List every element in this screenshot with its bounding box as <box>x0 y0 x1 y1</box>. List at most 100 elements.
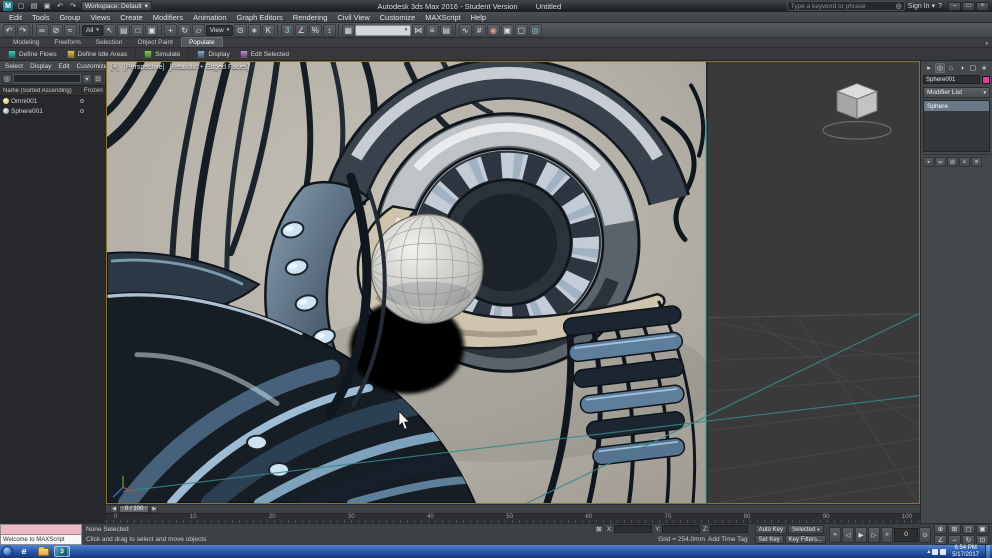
display-button[interactable]: Display <box>193 49 233 60</box>
select-and-link-icon[interactable]: ∞ <box>35 23 49 37</box>
explorer-menu-display[interactable]: Display <box>30 63 51 70</box>
selected-dropdown[interactable]: Selected ▾ <box>788 525 824 534</box>
keyboard-shortcut-override-icon[interactable]: K <box>261 23 275 37</box>
network-icon[interactable] <box>932 548 939 555</box>
tab-modeling[interactable]: Modeling <box>6 38 46 47</box>
menu-animation[interactable]: Animation <box>188 12 231 22</box>
key-filters-button[interactable]: Key Filters... <box>784 535 826 544</box>
selection-filter-dropdown[interactable]: All ▾ <box>82 24 103 36</box>
start-button[interactable] <box>2 546 13 557</box>
tab-selection[interactable]: Selection <box>89 38 130 47</box>
schematic-view-icon[interactable]: # <box>472 23 486 37</box>
simulate-button[interactable]: Simulate <box>140 49 184 60</box>
render-setup-icon[interactable]: ▣ <box>500 23 514 37</box>
explorer-lock-icon[interactable]: ⊡ <box>93 73 103 84</box>
next-frame-button[interactable]: ▷ <box>868 526 880 543</box>
maximize-button[interactable]: □ <box>962 1 975 11</box>
select-and-move-icon[interactable]: + <box>164 23 178 37</box>
search-icon[interactable]: ◎ <box>896 2 902 10</box>
tab-object-paint[interactable]: Object Paint <box>131 38 180 47</box>
time-slider-handle[interactable]: 0 / 100 <box>119 505 150 513</box>
menu-edit[interactable]: Edit <box>4 12 27 22</box>
material-editor-icon[interactable]: ◉ <box>486 23 500 37</box>
window-crossing-icon[interactable]: ▣ <box>145 23 159 37</box>
pin-stack-icon[interactable]: ▪ <box>923 157 934 167</box>
pan-view-icon[interactable]: ⇔ <box>948 535 961 545</box>
select-and-rotate-icon[interactable]: ↻ <box>178 23 192 37</box>
macro-recorder-line[interactable] <box>0 524 82 535</box>
show-hidden-icons-icon[interactable]: ▴ <box>927 548 930 555</box>
edit-selected-button[interactable]: Edit Selected <box>236 49 293 60</box>
list-item[interactable]: Omni001 <box>0 96 105 106</box>
modifier-list-dropdown[interactable]: Modifier List ▾ <box>923 87 990 98</box>
make-unique-icon[interactable]: ⊘ <box>947 157 958 167</box>
explorer-filter-icon[interactable]: ▾ <box>82 73 92 84</box>
mirror-icon[interactable]: ⋈ <box>411 23 425 37</box>
select-by-name-icon[interactable]: ▤ <box>117 23 131 37</box>
edit-named-selection-sets-icon[interactable]: ▦ <box>341 23 355 37</box>
snap-toggle-icon[interactable]: 3 <box>280 23 294 37</box>
bind-to-space-warp-icon[interactable]: ≈ <box>63 23 77 37</box>
display-tab-icon[interactable]: ▢ <box>968 63 978 73</box>
menu-views[interactable]: Views <box>85 12 115 22</box>
define-idle-areas-button[interactable]: Define Idle Areas <box>63 49 132 60</box>
new-scene-icon[interactable]: ▢ <box>16 1 26 11</box>
explorer-menu-edit[interactable]: Edit <box>58 63 69 70</box>
go-to-end-button[interactable]: » <box>881 526 893 543</box>
tab-populate[interactable]: Populate <box>180 37 223 47</box>
select-object-icon[interactable]: ↖ <box>103 23 117 37</box>
angle-snap-icon[interactable]: ∠ <box>294 23 308 37</box>
curve-editor-icon[interactable]: ∿ <box>458 23 472 37</box>
set-key-button[interactable]: Set Key <box>754 535 784 544</box>
use-pivot-center-icon[interactable]: ⊙ <box>233 23 247 37</box>
list-item[interactable]: Sphere001 <box>0 106 105 116</box>
help-icon[interactable]: ? <box>938 3 942 10</box>
align-icon[interactable]: ≡ <box>425 23 439 37</box>
zoom-all-icon[interactable]: ⊞ <box>948 524 961 534</box>
zoom-extents-icon[interactable]: ▢ <box>962 524 975 534</box>
redo-icon[interactable]: ↷ <box>68 1 78 11</box>
viewport-general-menu[interactable]: [+] <box>111 64 119 71</box>
explorer-menu-select[interactable]: Select <box>5 63 23 70</box>
column-header-name[interactable]: Name (Sorted Ascending) <box>0 88 81 94</box>
menu-maxscript[interactable]: MAXScript <box>420 12 465 22</box>
unlink-selection-icon[interactable]: ⊘ <box>49 23 63 37</box>
menu-rendering[interactable]: Rendering <box>288 12 333 22</box>
time-configuration-button[interactable]: ⊙ <box>919 526 931 543</box>
ribbon-minimize-icon[interactable]: ▾ <box>985 41 988 47</box>
select-and-scale-icon[interactable]: ▱ <box>192 23 206 37</box>
undo-icon[interactable]: ↶ <box>55 1 65 11</box>
motion-tab-icon[interactable]: ◑ <box>957 63 967 73</box>
save-file-icon[interactable]: ▣ <box>42 1 52 11</box>
spinner-snap-icon[interactable]: ↕ <box>322 23 336 37</box>
column-header-frozen[interactable]: Frozen <box>81 87 105 94</box>
configure-modifier-sets-icon[interactable]: ≡ <box>971 157 982 167</box>
file-explorer-button[interactable] <box>35 546 51 557</box>
taskbar-clock[interactable]: 6:54 PM 5/17/2017 <box>949 545 982 558</box>
3ds-max-taskbar-button[interactable]: 3 <box>54 546 70 557</box>
menu-create[interactable]: Create <box>115 12 148 22</box>
hierarchy-tab-icon[interactable]: ⌂ <box>946 63 956 73</box>
menu-civil-view[interactable]: Civil View <box>332 12 374 22</box>
create-tab-icon[interactable]: ▸ <box>924 63 934 73</box>
menu-graph-editors[interactable]: Graph Editors <box>232 12 288 22</box>
auto-key-button[interactable]: Auto Key <box>754 525 787 534</box>
minimize-button[interactable]: – <box>948 1 961 11</box>
z-coordinate-input[interactable] <box>709 525 748 534</box>
rectangular-selection-region-icon[interactable]: □ <box>131 23 145 37</box>
internet-explorer-button[interactable]: e <box>16 546 32 557</box>
next-frame-icon[interactable]: ▶ <box>150 505 159 513</box>
play-button[interactable]: ▶ <box>855 526 867 543</box>
zoom-icon[interactable]: ⊕ <box>934 524 947 534</box>
remove-modifier-icon[interactable]: × <box>959 157 970 167</box>
menu-help[interactable]: Help <box>466 12 491 22</box>
selection-lock-icon[interactable]: ⊠ <box>593 524 604 534</box>
object-color-swatch[interactable] <box>982 75 990 84</box>
orbit-icon[interactable]: ↻ <box>962 535 975 545</box>
explorer-search-icon[interactable]: ◎ <box>2 73 12 84</box>
percent-snap-icon[interactable]: % <box>308 23 322 37</box>
frozen-toggle-icon[interactable] <box>80 109 84 113</box>
utilities-tab-icon[interactable]: ∗ <box>979 63 989 73</box>
zoom-extents-all-icon[interactable]: ▣ <box>976 524 989 534</box>
search-input[interactable] <box>787 2 896 10</box>
